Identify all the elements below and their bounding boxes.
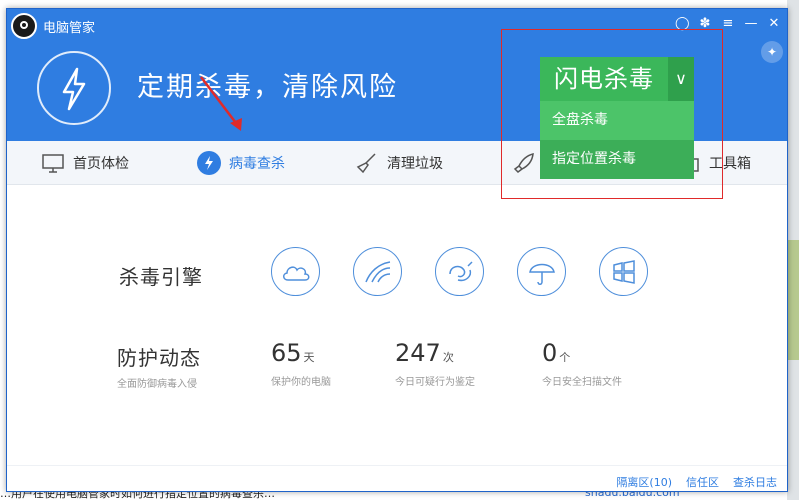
tab-label: 病毒查杀: [229, 156, 285, 172]
header-slogan: 定期杀毒，清除风险: [137, 72, 398, 103]
stat-unit: 次: [442, 351, 454, 364]
monitor-icon: [41, 151, 65, 175]
broom-icon: [355, 151, 379, 175]
annotation-arrow: [200, 76, 242, 131]
lightning-icon: [62, 67, 86, 111]
annotation-box: [501, 29, 723, 199]
sparkle-icon[interactable]: ✦: [761, 41, 783, 63]
stat-protect-days: 65 天 保护你的电脑: [271, 339, 331, 388]
lightning-badge: [37, 51, 111, 125]
protection-subtitle: 全面防御病毒入侵: [117, 379, 197, 390]
lightning-icon: [197, 151, 221, 175]
stat-value: 65: [271, 339, 302, 367]
window-footer: 隔离区(10) 信任区 查杀日志: [7, 465, 787, 491]
app-title: 电脑管家: [43, 21, 96, 36]
umbrella-engine-icon[interactable]: [517, 247, 566, 296]
stat-unit: 天: [303, 351, 315, 364]
stat-caption: 今日可疑行为鉴定: [395, 377, 475, 388]
scan-log-link[interactable]: 查杀日志: [733, 474, 777, 490]
app-logo-icon: [11, 13, 37, 39]
pc-manager-window: 电脑管家 ◯ ✽ ≡ — ✕ 定期杀毒，清除风险 闪电杀毒 ∨ ✦ 首页体检 病…: [6, 8, 788, 492]
stat-caption: 今日安全扫描文件: [542, 377, 622, 388]
tab-label: 清理垃圾: [387, 156, 443, 172]
menu-icon[interactable]: ≡: [721, 17, 735, 31]
footer-links: 隔离区(10) 信任区 查杀日志: [616, 474, 777, 490]
stat-suspicious-behaviors: 247 次 今日可疑行为鉴定: [395, 339, 475, 388]
stat-unit: 个: [559, 351, 571, 364]
stat-value: 0: [542, 339, 558, 367]
trust-zone-link[interactable]: 信任区: [686, 474, 719, 490]
tab-clean-junk[interactable]: 清理垃圾: [355, 141, 443, 185]
stat-scanned-files: 0个 今日安全扫描文件: [542, 339, 622, 388]
swirl-engine-icon[interactable]: [435, 247, 484, 296]
windows-engine-icon[interactable]: [599, 247, 648, 296]
stat-caption: 保护你的电脑: [271, 377, 331, 388]
quarantine-link[interactable]: 隔离区(10): [616, 474, 672, 490]
wing-engine-icon[interactable]: [353, 247, 402, 296]
stat-value: 247: [395, 339, 441, 367]
engine-label: 杀毒引擎: [119, 265, 203, 289]
tab-home-check[interactable]: 首页体检: [41, 141, 129, 185]
protection-label: 防护动态: [117, 346, 201, 370]
minimize-icon[interactable]: —: [744, 17, 758, 31]
engine-icons: [271, 247, 648, 296]
tab-label: 首页体检: [73, 156, 129, 172]
tab-virus-scan[interactable]: 病毒查杀: [197, 141, 285, 185]
background-image-fragment: [787, 240, 799, 360]
close-icon[interactable]: ✕: [767, 17, 781, 31]
cloud-engine-icon[interactable]: [271, 247, 320, 296]
